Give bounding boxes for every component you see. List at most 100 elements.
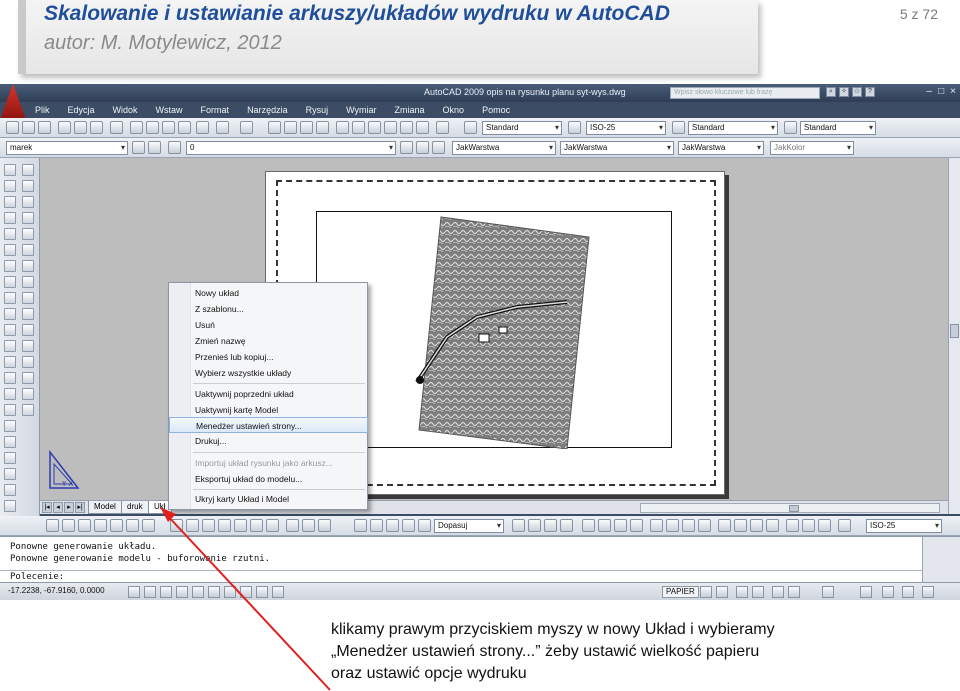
region-icon[interactable] — [4, 420, 16, 432]
rotate-icon[interactable] — [22, 260, 34, 272]
layer-off-icon[interactable] — [4, 500, 16, 512]
hatch-icon[interactable] — [4, 388, 16, 400]
menu-okno[interactable]: Okno — [434, 102, 474, 118]
baseline-dim-icon[interactable] — [202, 519, 215, 532]
ordinate-dim-icon[interactable] — [94, 519, 107, 532]
copy-icon[interactable] — [146, 121, 159, 134]
sheet-set-icon[interactable] — [384, 121, 397, 134]
break-icon[interactable] — [22, 340, 34, 352]
print-preview-icon[interactable] — [74, 121, 87, 134]
menu-item-activate-previous[interactable]: Uaktywnij poprzedni układ — [169, 386, 368, 402]
menu-item-delete[interactable]: Usuń — [169, 317, 368, 333]
table-style-combo[interactable]: Standard — [688, 121, 778, 135]
pan-icon[interactable] — [268, 121, 281, 134]
tab-model[interactable]: Model — [88, 501, 122, 514]
color-combo[interactable]: JakWarstwa — [452, 141, 556, 155]
object-snap-icon[interactable] — [192, 586, 204, 598]
magnet-icon[interactable] — [318, 519, 331, 532]
workspace-settings-icon[interactable] — [132, 141, 145, 154]
menu-edycja[interactable]: Edycja — [59, 102, 104, 118]
dim-angular-icon-2[interactable] — [582, 519, 595, 532]
snap-mode-icon[interactable] — [128, 586, 140, 598]
radius-dim-icon[interactable] — [110, 519, 123, 532]
zoom-window-icon[interactable] — [300, 121, 313, 134]
dim-baseline-icon-2[interactable] — [650, 519, 663, 532]
workspace-switch-icon[interactable] — [860, 586, 872, 598]
menu-widok[interactable]: Widok — [104, 102, 147, 118]
polyline-icon[interactable] — [4, 196, 16, 208]
copy-object-icon[interactable] — [22, 180, 34, 192]
help-icon[interactable]: ? — [865, 87, 875, 97]
steering-wheel-icon[interactable] — [772, 586, 784, 598]
circle-icon[interactable] — [4, 260, 16, 272]
save-icon[interactable] — [38, 121, 51, 134]
make-current-layer-icon[interactable] — [400, 141, 413, 154]
pan-status-icon[interactable] — [736, 586, 748, 598]
dim-style-combo[interactable]: ISO-25 — [586, 121, 666, 135]
text-style-icon[interactable] — [464, 121, 477, 134]
help-icon[interactable] — [436, 121, 449, 134]
tool-palettes-icon[interactable] — [368, 121, 381, 134]
zoom-status-icon[interactable] — [752, 586, 764, 598]
close-button[interactable]: × — [950, 86, 956, 97]
dim-space-icon-2[interactable] — [682, 519, 695, 532]
dim-radius-icon-2[interactable] — [560, 519, 573, 532]
layer-iso-icon[interactable] — [432, 141, 445, 154]
quick-view-layouts-icon[interactable] — [700, 586, 712, 598]
annotation-scale-icon[interactable] — [822, 586, 834, 598]
center-mark-icon[interactable] — [286, 519, 299, 532]
dim-ordinate-icon-2[interactable] — [544, 519, 557, 532]
coordinates-readout[interactable]: -17.2238, -67.9160, 0.0000 — [8, 586, 105, 595]
dim-linear-icon-2[interactable] — [512, 519, 525, 532]
layer-combo[interactable]: 0 — [186, 141, 396, 155]
dim-diameter-icon-2[interactable] — [598, 519, 611, 532]
properties-icon[interactable] — [336, 121, 349, 134]
clean-screen-icon[interactable] — [922, 586, 934, 598]
scale-icon[interactable] — [22, 276, 34, 288]
fillet-icon[interactable] — [22, 388, 34, 400]
command-scrollbar[interactable] — [922, 537, 960, 583]
convert-viewport-icon[interactable] — [402, 519, 415, 532]
menu-item-page-setup-manager[interactable]: Menedżer ustawień strony... — [169, 417, 368, 433]
gradient-icon[interactable] — [4, 404, 16, 416]
menu-item-new-layout[interactable]: Nowy układ — [169, 285, 368, 301]
dim-center-icon-2[interactable] — [630, 519, 643, 532]
diameter-dim-icon[interactable] — [142, 519, 155, 532]
continue-dim-icon[interactable] — [218, 519, 231, 532]
ellipse-icon[interactable] — [4, 308, 16, 320]
dim-continue-icon-2[interactable] — [666, 519, 679, 532]
grid-display-icon[interactable] — [144, 586, 156, 598]
layer-previous-icon[interactable] — [416, 141, 429, 154]
dim-space-icon[interactable] — [234, 519, 247, 532]
open-folder-icon[interactable] — [22, 121, 35, 134]
dim-style-combo-bottom[interactable]: ISO-25 — [866, 519, 942, 533]
array-icon[interactable] — [22, 228, 34, 240]
arc-icon[interactable] — [4, 244, 16, 256]
brush-icon[interactable] — [196, 121, 209, 134]
mleader-style-icon[interactable] — [784, 121, 797, 134]
menu-wymiar[interactable]: Wymiar — [337, 102, 385, 118]
explode-icon[interactable] — [22, 404, 34, 416]
publish-icon[interactable] — [90, 121, 103, 134]
object-snap-tracking-icon[interactable] — [208, 586, 220, 598]
dynamic-input-icon[interactable] — [240, 586, 252, 598]
spline-icon[interactable] — [4, 292, 16, 304]
construction-line-icon[interactable] — [4, 180, 16, 192]
linetype-combo[interactable]: JakWarstwa — [560, 141, 674, 155]
insert-block-icon[interactable] — [4, 340, 16, 352]
vertical-scrollbar[interactable] — [948, 158, 960, 514]
menu-item-move-copy[interactable]: Przenieś lub kopiuj... — [169, 349, 368, 365]
table-style-icon[interactable] — [672, 121, 685, 134]
paste-icon[interactable] — [162, 121, 175, 134]
command-prompt[interactable]: Polecenie: — [10, 572, 64, 582]
angular-dim-icon[interactable] — [170, 519, 183, 532]
move-icon[interactable] — [22, 244, 34, 256]
plotstyle-combo[interactable]: JakKolor — [770, 141, 854, 155]
menu-item-activate-model[interactable]: Uaktywnij kartę Model — [169, 402, 368, 418]
menu-pomoc[interactable]: Pomoc — [473, 102, 519, 118]
model-paper-toggle[interactable]: PAPIER — [662, 586, 699, 598]
join-icon[interactable] — [22, 356, 34, 368]
showmotion-icon[interactable] — [788, 586, 800, 598]
leader-icon[interactable] — [718, 519, 731, 532]
point-icon[interactable] — [4, 372, 16, 384]
